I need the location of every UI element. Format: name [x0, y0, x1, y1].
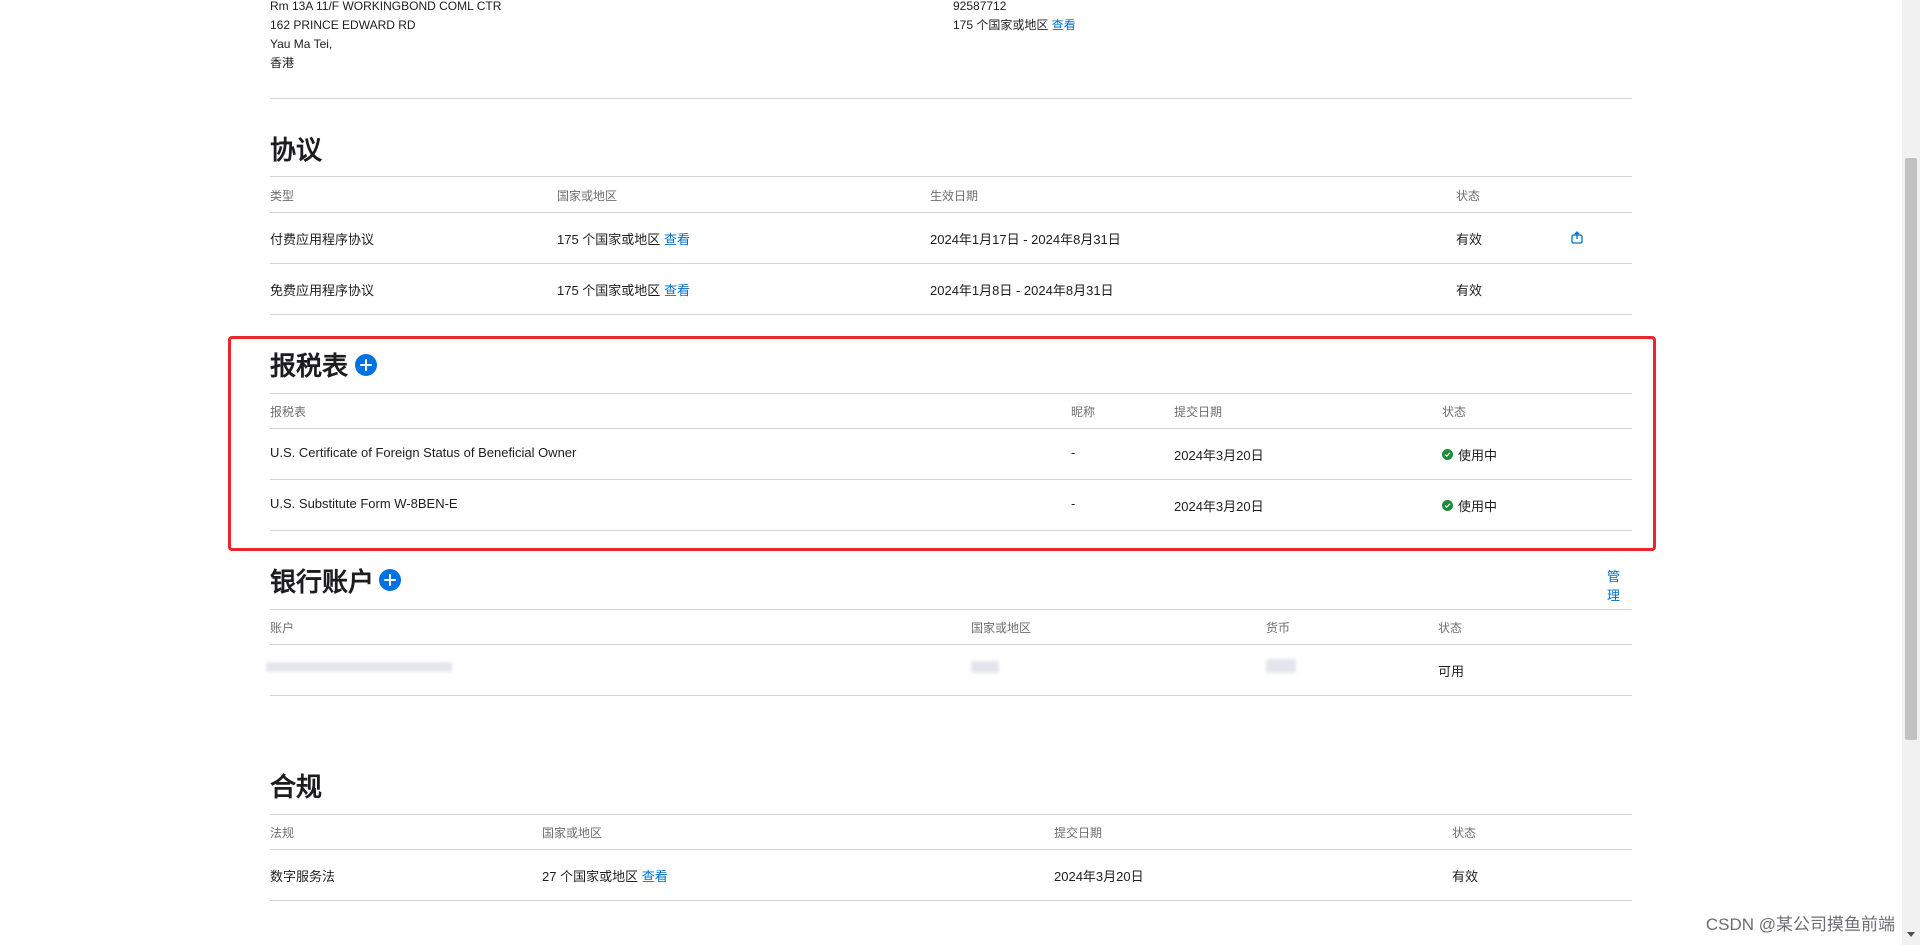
- compliance-header-status: 状态: [1452, 826, 1477, 840]
- divider: [270, 314, 1632, 315]
- divider: [270, 212, 1632, 213]
- bank-header-currency: 货币: [1266, 621, 1291, 635]
- divider: [270, 695, 1632, 696]
- account-number-redacted: [266, 662, 452, 672]
- agreement-date: 2024年1月17日 - 2024年8月31日: [930, 232, 1121, 247]
- scrollbar[interactable]: [1902, 0, 1920, 945]
- divider: [270, 814, 1632, 815]
- compliance-date: 2024年3月20日: [1054, 869, 1144, 884]
- compliance-header-region: 国家或地区: [542, 826, 603, 840]
- agreements-header-date: 生效日期: [930, 189, 979, 203]
- divider: [270, 176, 1632, 177]
- manage-bank-link[interactable]: 管理: [1607, 566, 1632, 604]
- divider: [270, 98, 1632, 99]
- contact-regions-text: 175 个国家或地区: [953, 18, 1049, 32]
- agreement-view-link[interactable]: 查看: [664, 283, 690, 298]
- agreements-title: 协议: [270, 135, 323, 165]
- divider: [270, 849, 1632, 850]
- agreements-header-type: 类型: [270, 189, 295, 203]
- address-line1: Rm 13A 11/F WORKINGBOND COML CTR: [270, 0, 502, 13]
- agreement-type: 免费应用程序协议: [270, 283, 375, 298]
- address-line4: 香港: [270, 56, 295, 70]
- compliance-view-link[interactable]: 查看: [642, 869, 668, 884]
- divider: [270, 644, 1632, 645]
- agreement-date: 2024年1月8日 - 2024年8月31日: [930, 283, 1114, 298]
- bank-region-redacted: [971, 661, 999, 673]
- scroll-down-arrow-icon[interactable]: [1907, 932, 1915, 937]
- plus-icon: [384, 574, 396, 586]
- compliance-regions-text: 27 个国家或地区: [542, 869, 639, 884]
- bank-header-status: 状态: [1438, 621, 1463, 635]
- compliance-status: 有效: [1452, 869, 1479, 884]
- agreements-header-region: 国家或地区: [557, 189, 618, 203]
- scrollbar-thumb[interactable]: [1905, 158, 1917, 740]
- add-bank-account-button[interactable]: [379, 569, 401, 591]
- address-line2: 162 PRINCE EDWARD RD: [270, 18, 416, 32]
- agreement-regions: 175 个国家或地区 查看: [557, 280, 690, 299]
- contact-block: 92587712 175 个国家或地区 查看: [953, 0, 1076, 35]
- compliance-regions: 27 个国家或地区 查看: [542, 866, 668, 885]
- agreement-regions-text: 175 个国家或地区: [557, 283, 661, 298]
- address-block: Rm 13A 11/F WORKINGBOND COML CTR 162 PRI…: [270, 0, 501, 73]
- divider: [270, 609, 1632, 610]
- divider: [270, 263, 1632, 264]
- export-icon[interactable]: [1570, 231, 1584, 245]
- phone-number: 92587712: [953, 0, 1007, 13]
- address-line3: Yau Ma Tei,: [270, 37, 333, 51]
- divider: [270, 900, 1632, 901]
- bank-status: 可用: [1438, 664, 1465, 679]
- highlight-annotation-box: [228, 336, 1656, 551]
- agreement-status: 有效: [1456, 283, 1483, 298]
- bank-header-account: 账户: [270, 621, 295, 635]
- watermark: CSDN @某公司摸鱼前端: [1705, 915, 1895, 934]
- compliance-header-law: 法规: [270, 826, 295, 840]
- agreements-header-status: 状态: [1456, 189, 1481, 203]
- agreement-status: 有效: [1456, 232, 1483, 247]
- agreement-regions: 175 个国家或地区 查看: [557, 229, 690, 248]
- agreement-type: 付费应用程序协议: [270, 232, 375, 247]
- compliance-title: 合规: [270, 772, 323, 802]
- bank-header-region: 国家或地区: [971, 621, 1032, 635]
- agreement-regions-text: 175 个国家或地区: [557, 232, 661, 247]
- currency-redacted: [1266, 659, 1296, 673]
- agreement-view-link[interactable]: 查看: [664, 232, 690, 247]
- contact-regions: 175 个国家或地区 查看: [953, 16, 1076, 35]
- compliance-header-date: 提交日期: [1054, 826, 1103, 840]
- compliance-law-link[interactable]: 数字服务法: [270, 866, 335, 885]
- bank-title: 银行账户: [270, 567, 375, 597]
- contact-view-link[interactable]: 查看: [1052, 18, 1076, 32]
